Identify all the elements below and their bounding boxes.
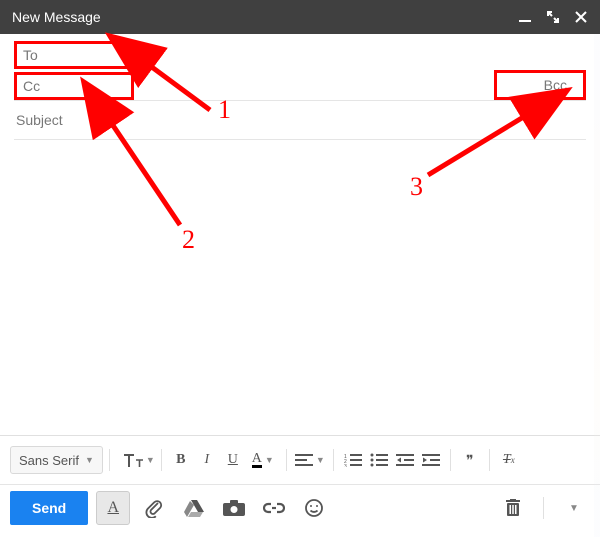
indent-more-button[interactable] [418,447,444,473]
insert-link-button[interactable] [258,492,290,524]
remove-formatting-glyph: T [503,452,511,468]
window-title: New Message [12,9,518,25]
compose-window: New Message To [0,0,600,537]
bold-button[interactable]: B [168,447,194,473]
toolbars: Sans Serif ▼ ▼ B I U A ▼ [0,435,600,537]
cc-label: Cc [23,78,40,94]
separator [333,449,334,471]
formatting-toggle-button[interactable]: A [96,491,130,525]
font-family-label: Sans Serif [19,453,79,468]
close-icon[interactable] [574,10,588,24]
underline-button[interactable]: U [220,447,246,473]
separator [489,449,490,471]
italic-button[interactable]: I [194,447,220,473]
send-button[interactable]: Send [10,491,88,525]
text-color-glyph: A [252,453,262,468]
subject-row [14,101,586,140]
to-input[interactable] [44,46,229,64]
message-body[interactable] [0,140,600,400]
numbered-list-button[interactable]: 1 2 3 [340,447,366,473]
separator [450,449,451,471]
cc-field-highlight: Cc [14,72,134,100]
separator [286,449,287,471]
to-label: To [23,47,38,63]
indent-less-button[interactable] [392,447,418,473]
cc-row: Cc Bcc [14,70,586,101]
subject-input[interactable] [14,111,586,129]
chevron-down-icon: ▼ [316,455,325,465]
insert-drive-button[interactable] [178,492,210,524]
separator [161,449,162,471]
insert-photo-button[interactable] [218,492,250,524]
svg-text:3: 3 [344,464,347,467]
insert-emoji-button[interactable] [298,492,330,524]
bulleted-list-button[interactable] [366,447,392,473]
minimize-icon[interactable] [518,10,532,24]
chevron-down-icon: ▼ [85,455,94,465]
separator [109,449,110,471]
separator [543,497,544,519]
chevron-down-icon: ▼ [146,455,155,465]
send-toolbar: Send A [0,485,600,537]
bcc-link[interactable]: Bcc [538,75,573,95]
recipient-fields: To Cc Bcc [0,34,600,140]
right-edge-decoration [594,34,600,537]
chevron-down-icon: ▼ [569,503,579,514]
chevron-down-icon: ▼ [265,455,274,465]
more-options-button[interactable]: ▼ [558,492,590,524]
formatting-toggle-glyph: A [107,499,119,517]
discard-draft-button[interactable] [497,492,529,524]
expand-icon[interactable] [546,10,560,24]
font-size-button[interactable] [116,447,150,473]
bcc-field-highlight: Bcc [494,70,586,100]
text-color-button[interactable]: A ▼ [246,447,280,473]
window-controls [518,10,588,24]
formatting-toolbar: Sans Serif ▼ ▼ B I U A ▼ [0,436,600,485]
font-family-picker[interactable]: Sans Serif ▼ [10,446,103,474]
quote-button[interactable]: ❞ [457,447,483,473]
titlebar: New Message [0,0,600,34]
to-field-highlight: To [14,41,134,69]
remove-formatting-button[interactable]: Tx [496,447,522,473]
cc-input[interactable] [46,77,231,95]
to-row: To [14,40,586,70]
attach-file-button[interactable] [138,492,170,524]
align-button[interactable]: ▼ [293,447,327,473]
